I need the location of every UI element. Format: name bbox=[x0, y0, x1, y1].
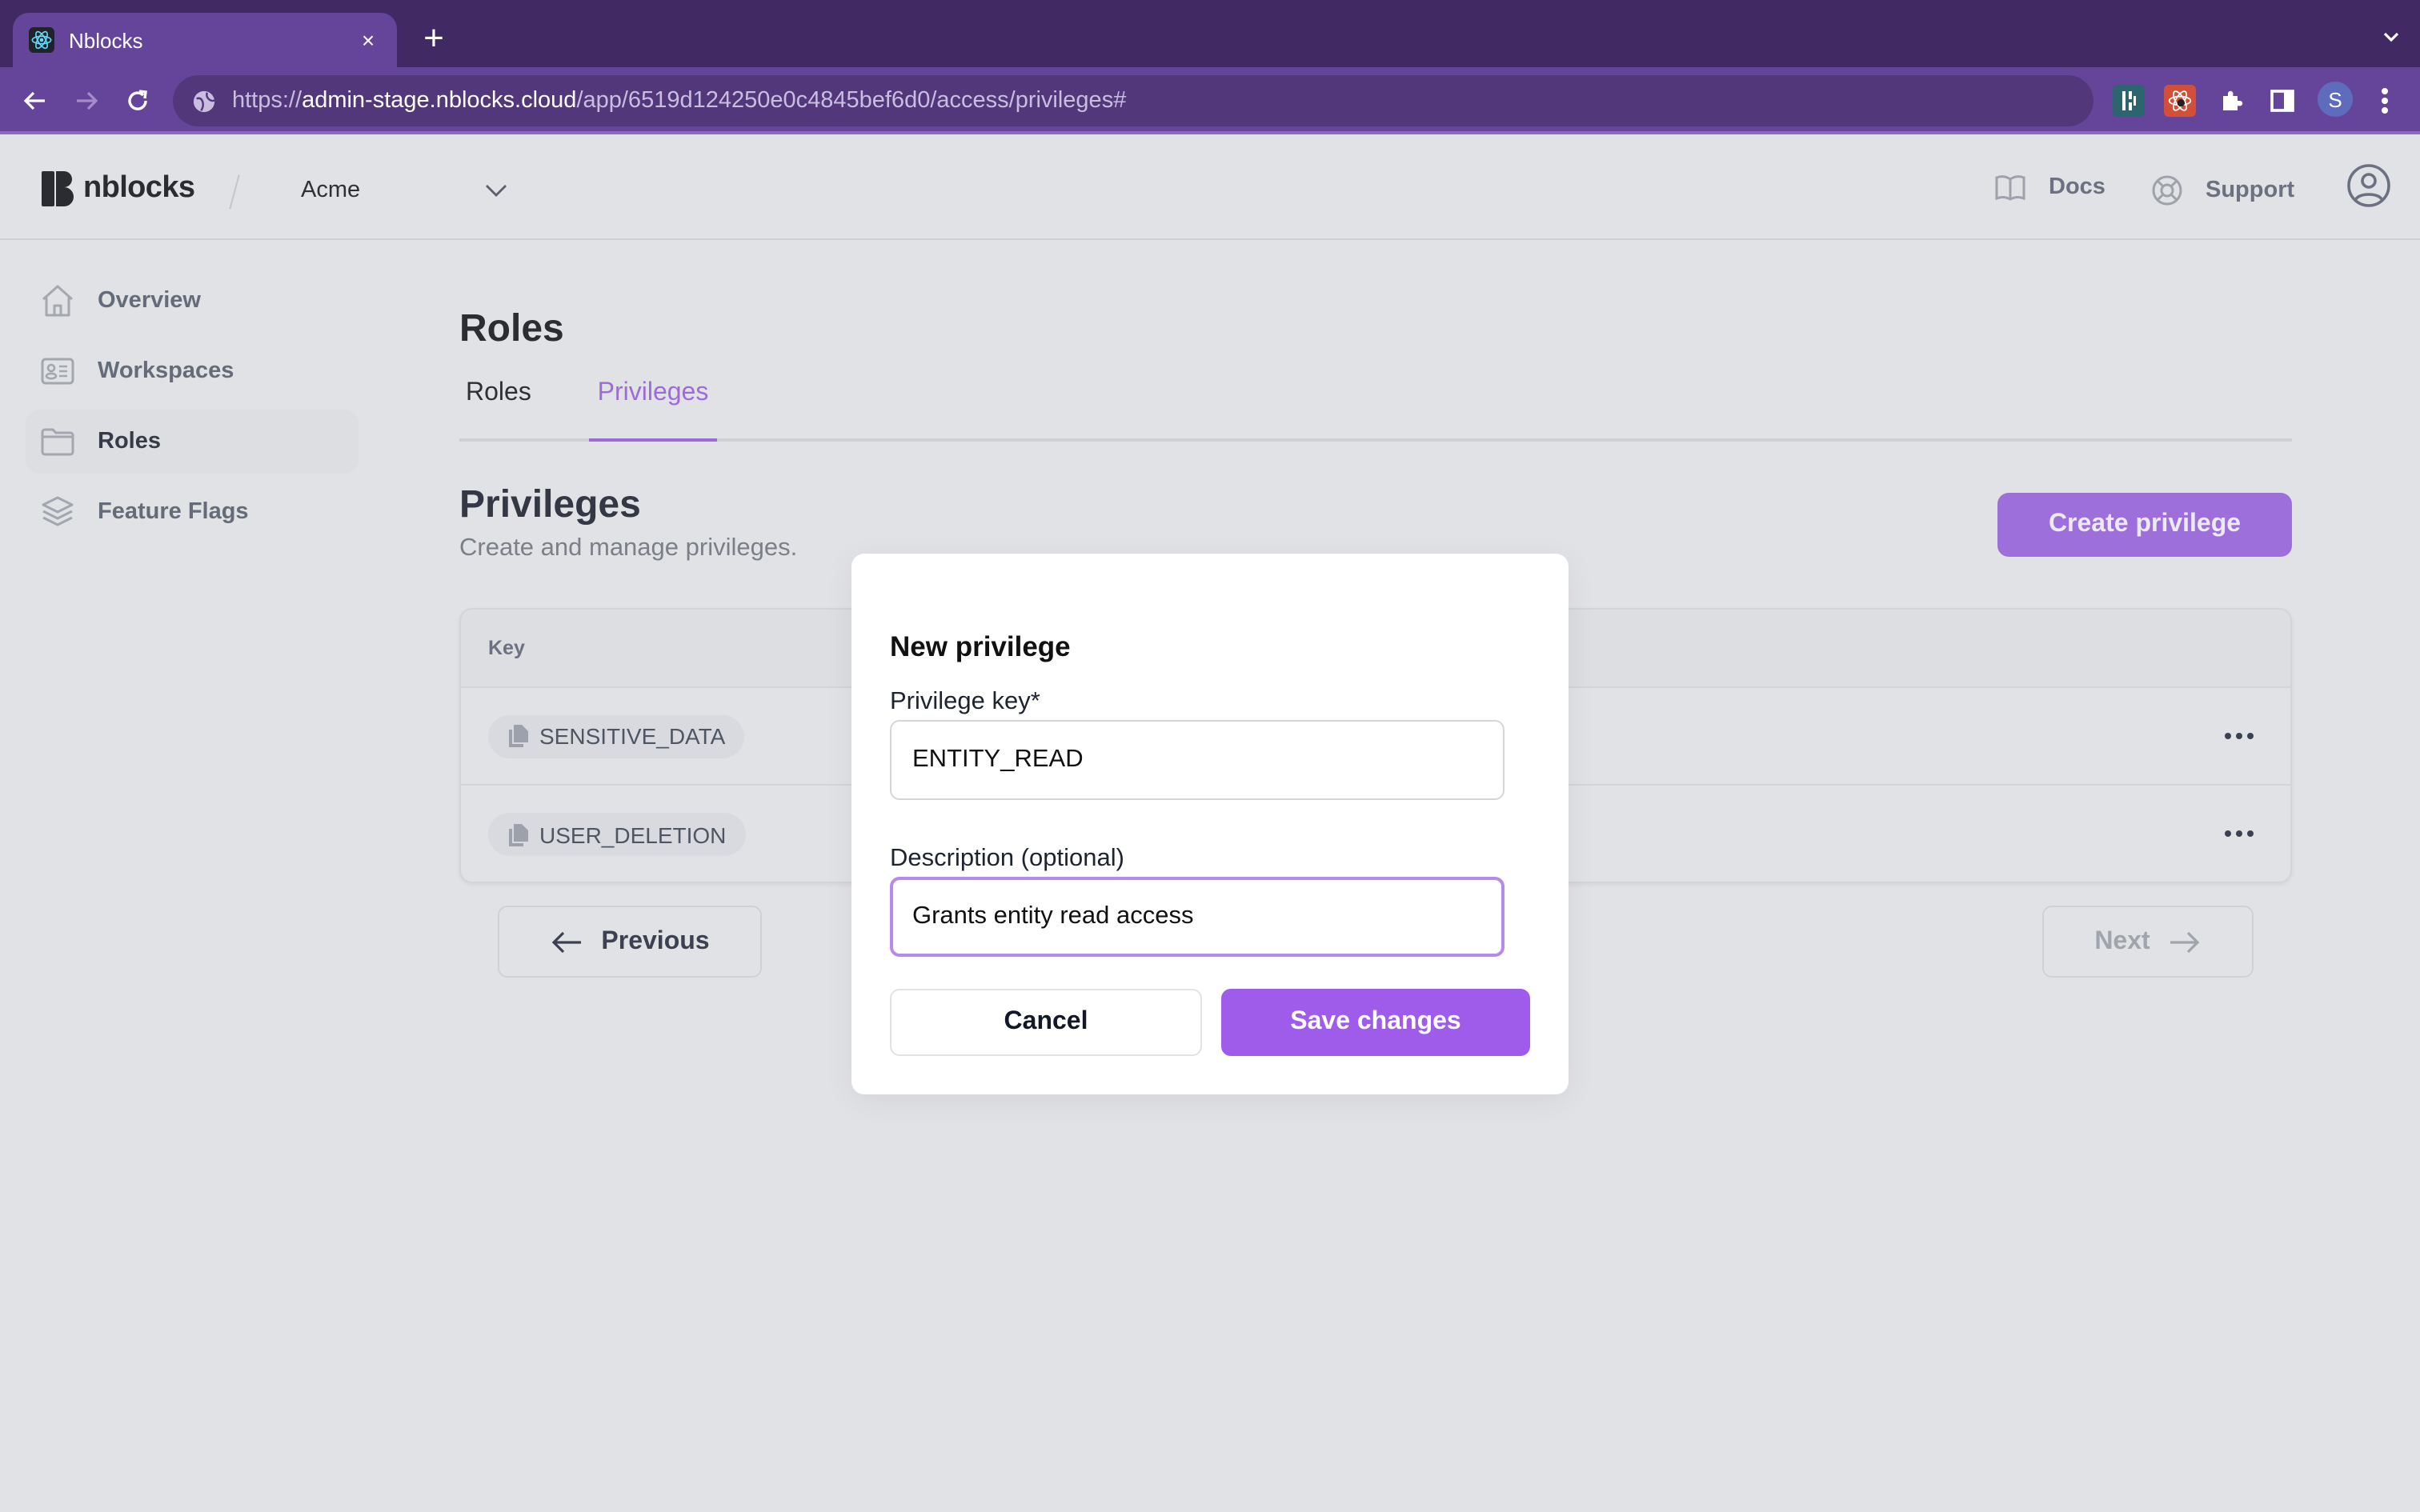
tab-close-icon[interactable]: × bbox=[355, 27, 381, 53]
screen: Nblocks × + https://admin-stage.nblocks.… bbox=[0, 0, 2420, 1512]
url-path: /app/6519d124250e0c4845bef6d0/access/pri… bbox=[576, 88, 1127, 114]
privilege-key-label: Privilege key* bbox=[890, 688, 1040, 715]
chevron-down-icon bbox=[486, 185, 507, 197]
forward-arrow-icon bbox=[77, 91, 98, 110]
user-account-icon[interactable] bbox=[2346, 163, 2391, 208]
tab-privileges[interactable]: Privileges bbox=[589, 379, 717, 442]
create-privilege-button[interactable]: Create privilege bbox=[1997, 493, 2292, 557]
tab-roles[interactable]: Roles bbox=[459, 379, 538, 442]
side-panel-icon[interactable] bbox=[2266, 85, 2298, 117]
back-arrow-icon bbox=[23, 91, 45, 110]
support-label: Support bbox=[2206, 178, 2295, 203]
privilege-key-chip[interactable]: SENSITIVE_DATA bbox=[488, 714, 745, 758]
privilege-key: SENSITIVE_DATA bbox=[539, 723, 726, 749]
id-card-icon bbox=[41, 358, 74, 385]
workspace-selector[interactable]: Acme bbox=[301, 171, 509, 210]
page-title: Roles bbox=[459, 307, 564, 350]
previous-page-button[interactable]: Previous bbox=[498, 906, 762, 978]
site-info-icon[interactable] bbox=[192, 89, 216, 113]
sidebar-item-overview[interactable]: Overview bbox=[26, 269, 359, 333]
section-title: Privileges bbox=[459, 483, 641, 526]
browser-toolbar: https://admin-stage.nblocks.cloud/app/65… bbox=[0, 67, 2420, 134]
sidebar-item-workspaces[interactable]: Workspaces bbox=[26, 339, 359, 403]
next-label: Next bbox=[2094, 927, 2150, 954]
forward-button[interactable] bbox=[69, 83, 104, 118]
home-icon bbox=[42, 285, 73, 317]
extension-icon[interactable] bbox=[2113, 85, 2145, 117]
nblocks-logo-icon bbox=[42, 171, 74, 206]
url-scheme: https:// bbox=[232, 88, 302, 114]
reload-icon bbox=[128, 90, 147, 110]
tab-search-chevron-icon[interactable] bbox=[2382, 26, 2401, 45]
profile-avatar[interactable]: S bbox=[2318, 82, 2353, 117]
description-input[interactable]: Grants entity read access bbox=[890, 877, 1504, 957]
sidebar-item-label: Workspaces bbox=[98, 358, 234, 384]
lifebuoy-icon bbox=[2152, 175, 2182, 206]
address-bar[interactable]: https://admin-stage.nblocks.cloud/app/65… bbox=[173, 75, 2093, 126]
copy-icon bbox=[509, 725, 528, 747]
sidebar-item-label: Roles bbox=[98, 429, 161, 454]
logo-text: nblocks bbox=[83, 171, 195, 205]
arrow-left-icon bbox=[551, 930, 581, 953]
sidebar-item-label: Overview bbox=[98, 288, 201, 314]
privilege-key-input[interactable]: ENTITY_READ bbox=[890, 720, 1504, 800]
browser-tab[interactable]: Nblocks × bbox=[13, 13, 397, 67]
next-page-button[interactable]: Next bbox=[2042, 906, 2254, 978]
reload-button[interactable] bbox=[120, 83, 155, 118]
browser-menu-icon[interactable] bbox=[2375, 85, 2394, 117]
docs-link[interactable]: Docs bbox=[1994, 171, 2105, 203]
book-icon bbox=[1995, 175, 2025, 201]
docs-label: Docs bbox=[2049, 174, 2105, 200]
folder-icon bbox=[41, 428, 74, 456]
app-header: nblocks Acme Docs Support bbox=[0, 136, 2420, 240]
new-privilege-modal: New privilege Privilege key* ENTITY_READ… bbox=[851, 554, 1569, 1094]
privilege-key: USER_DELETION bbox=[539, 822, 727, 847]
sidebar: Overview Workspaces Roles Feature Flags bbox=[26, 269, 359, 550]
sidebar-item-label: Feature Flags bbox=[98, 499, 249, 525]
save-changes-button[interactable]: Save changes bbox=[1221, 989, 1530, 1056]
sidebar-item-feature-flags[interactable]: Feature Flags bbox=[26, 480, 359, 544]
row-actions-menu-icon[interactable] bbox=[2225, 827, 2254, 840]
breadcrumb-divider bbox=[229, 174, 240, 210]
sidebar-item-roles[interactable]: Roles bbox=[26, 410, 359, 474]
privilege-key-chip[interactable]: USER_DELETION bbox=[488, 813, 746, 856]
arrow-right-icon bbox=[2170, 930, 2200, 953]
column-header-key: Key bbox=[488, 637, 525, 659]
url-host: admin-stage.nblocks.cloud bbox=[302, 88, 577, 114]
browser-tab-strip: Nblocks × + bbox=[0, 0, 2420, 67]
section-subtitle: Create and manage privileges. bbox=[459, 534, 798, 562]
extensions-puzzle-icon[interactable] bbox=[2215, 85, 2247, 117]
copy-icon bbox=[509, 823, 528, 846]
back-button[interactable] bbox=[18, 83, 53, 118]
modal-title: New privilege bbox=[890, 630, 1071, 662]
layers-icon bbox=[42, 496, 74, 526]
row-actions-menu-icon[interactable] bbox=[2225, 730, 2254, 742]
tab-bar: Roles Privileges bbox=[459, 365, 2292, 442]
react-favicon-icon bbox=[29, 27, 54, 53]
workspace-name: Acme bbox=[301, 178, 361, 203]
previous-label: Previous bbox=[601, 927, 710, 954]
tab-title: Nblocks bbox=[69, 28, 143, 52]
nblocks-logo[interactable]: nblocks bbox=[42, 171, 195, 206]
description-label: Description (optional) bbox=[890, 845, 1124, 872]
cancel-button[interactable]: Cancel bbox=[890, 989, 1202, 1056]
support-link[interactable]: Support bbox=[2151, 174, 2294, 206]
react-devtools-extension-icon[interactable] bbox=[2164, 85, 2196, 117]
new-tab-button[interactable]: + bbox=[415, 16, 453, 61]
